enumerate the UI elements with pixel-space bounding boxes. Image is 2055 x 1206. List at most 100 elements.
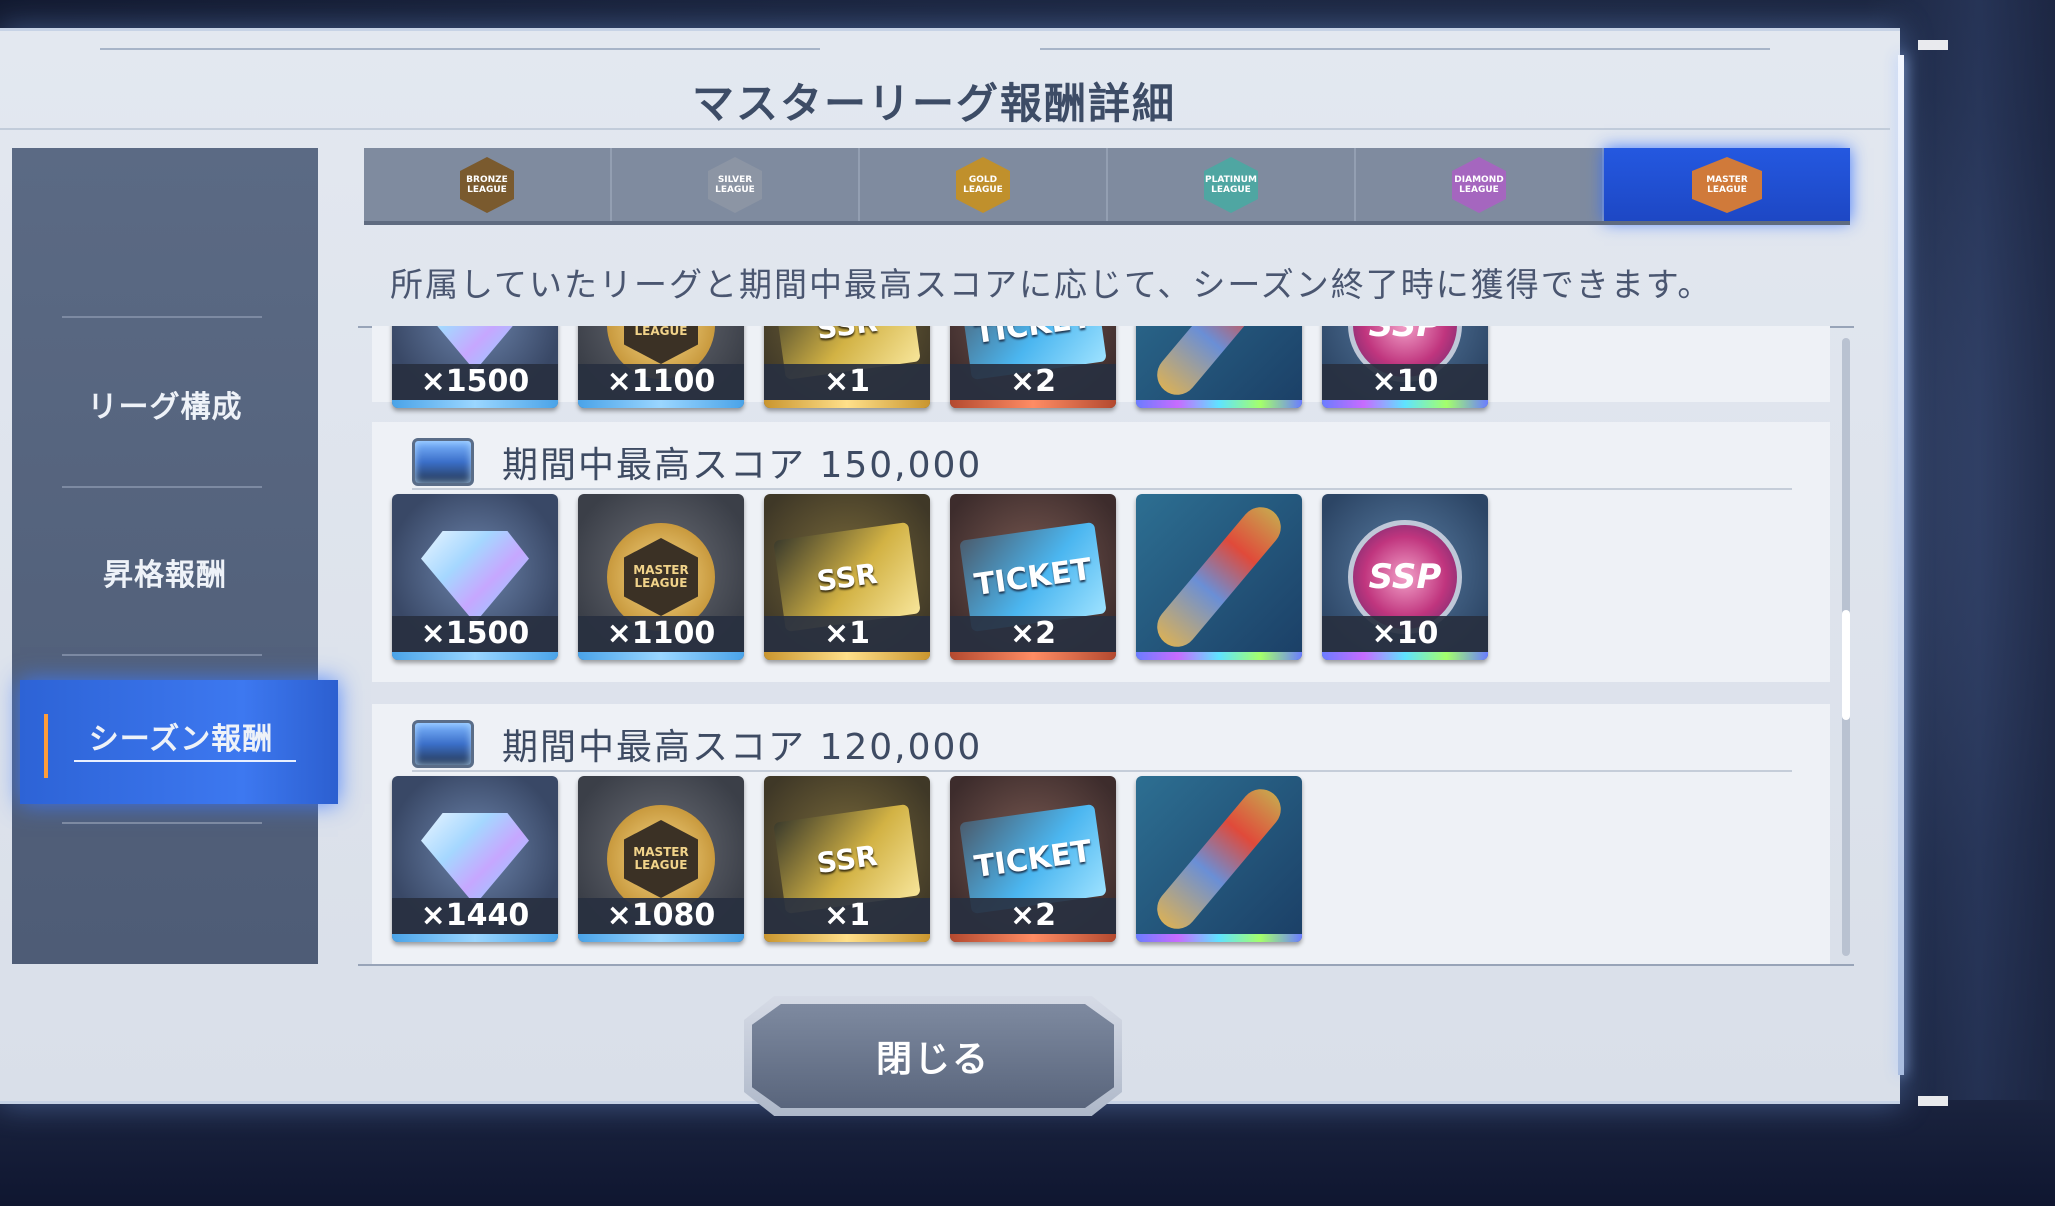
item-rim	[764, 400, 930, 408]
title-divider	[0, 128, 1890, 130]
reward-quantity: ×1440	[392, 898, 558, 934]
coin-emblem: MASTER LEAGUE	[624, 538, 698, 616]
sidebar-item-promotion-rewards[interactable]: 昇格報酬	[12, 550, 318, 594]
item-rim	[950, 652, 1116, 660]
sidebar-divider	[62, 486, 262, 488]
master-coin-icon: MASTER LEAGUE	[607, 805, 715, 913]
frame-line-left	[100, 48, 820, 50]
league-tabs: BRONZE LEAGUE SILVER LEAGUE GOLD LEAGUE …	[364, 148, 1850, 222]
item-rim	[392, 400, 558, 408]
item-rim	[764, 652, 930, 660]
item-rim	[392, 934, 558, 942]
reward-group: ×1500 MASTER LEAGUE ×1100 SSR ×1 TICKET …	[372, 326, 1830, 408]
reward-group: 期間中最高スコア 150,000 ×1500 MASTER LEAGUE ×11…	[372, 422, 1830, 682]
diamond-league-badge-icon: DIAMOND LEAGUE	[1452, 157, 1506, 213]
reward-item-ssp[interactable]: SSP ×10	[1322, 326, 1488, 408]
sidebar-divider	[62, 316, 262, 318]
treasure-chest-icon	[412, 720, 474, 768]
sidebar-divider	[62, 822, 262, 824]
tab-bronze-league[interactable]: BRONZE LEAGUE	[364, 148, 612, 222]
item-rim	[1322, 652, 1488, 660]
reward-items: ×1500 MASTER LEAGUE ×1100 SSR ×1 TICKET …	[392, 326, 1488, 408]
reward-item-diamond[interactable]: ×1440	[392, 776, 558, 942]
reward-item-master-coin[interactable]: MASTER LEAGUE ×1100	[578, 494, 744, 660]
silver-league-badge-icon: SILVER LEAGUE	[708, 157, 762, 213]
sidebar-divider	[62, 654, 262, 656]
reward-group: 期間中最高スコア 120,000 ×1440 MASTER LEAGUE ×10…	[372, 704, 1830, 966]
corner-light-top	[1918, 40, 1948, 50]
coin-emblem: MASTER LEAGUE	[624, 326, 698, 364]
item-rim	[578, 400, 744, 408]
reward-quantity: ×1100	[578, 364, 744, 400]
corner-light-bottom	[1918, 1096, 1948, 1106]
coin-emblem: MASTER LEAGUE	[624, 820, 698, 898]
reward-group-title: 期間中最高スコア 150,000	[502, 445, 983, 486]
reward-list[interactable]: ×1500 MASTER LEAGUE ×1100 SSR ×1 TICKET …	[358, 326, 1854, 966]
tab-diamond-league[interactable]: DIAMOND LEAGUE	[1356, 148, 1604, 222]
reward-item-ssr-ticket[interactable]: SSR ×1	[764, 494, 930, 660]
dialog-frame-glow	[1898, 55, 1904, 1075]
item-rim	[578, 652, 744, 660]
frame-line-right	[1040, 48, 1770, 50]
reward-quantity: ×1	[764, 364, 930, 400]
reward-quantity: ×10	[1322, 616, 1488, 652]
close-button-label: 閉じる	[752, 1004, 1114, 1108]
reward-quantity: ×1	[764, 898, 930, 934]
reward-item-ticket[interactable]: TICKET ×2	[950, 494, 1116, 660]
sidebar-item-label: シーズン報酬	[88, 722, 274, 757]
item-rim	[1322, 400, 1488, 408]
active-underline	[74, 760, 296, 762]
item-rim	[392, 652, 558, 660]
master-league-badge-icon: MASTER LEAGUE	[1692, 157, 1762, 213]
reward-quantity: ×1080	[578, 898, 744, 934]
reward-item-diamond[interactable]: ×1500	[392, 326, 558, 408]
reward-quantity: ×1100	[578, 616, 744, 652]
item-rim	[1136, 652, 1302, 660]
reward-quantity: ×2	[950, 616, 1116, 652]
reward-item-master-coin[interactable]: MASTER LEAGUE ×1100	[578, 326, 744, 408]
dialog-title: マスターリーグ報酬詳細	[691, 79, 1176, 128]
diamond-icon	[421, 531, 529, 623]
sidebar-item-league-structure[interactable]: リーグ構成	[12, 382, 318, 426]
item-rim	[950, 400, 1116, 408]
reward-quantity: ×1500	[392, 616, 558, 652]
scroll-icon	[1149, 781, 1289, 937]
reward-quantity: ×2	[950, 364, 1116, 400]
group-divider	[412, 488, 1792, 490]
reward-item-ssr-ticket[interactable]: SSR ×1	[764, 326, 930, 408]
reward-quantity: ×2	[950, 898, 1116, 934]
reward-item-scroll[interactable]	[1136, 326, 1302, 408]
scrollbar-thumb[interactable]	[1842, 610, 1850, 720]
close-button[interactable]: 閉じる	[744, 996, 1122, 1116]
diamond-icon	[421, 813, 529, 905]
reward-group-header: 期間中最高スコア 150,000	[412, 434, 982, 490]
reward-item-ssr-ticket[interactable]: SSR ×1	[764, 776, 930, 942]
tab-gold-league[interactable]: GOLD LEAGUE	[860, 148, 1108, 222]
description-text: 所属していたリーグと期間中最高スコアに応じて、シーズン終了時に獲得できます。	[390, 265, 1713, 304]
reward-item-scroll[interactable]	[1136, 494, 1302, 660]
item-rim	[1136, 400, 1302, 408]
scroll-icon	[1149, 499, 1289, 655]
reward-item-ssp[interactable]: SSP ×10	[1322, 494, 1488, 660]
tab-platinum-league[interactable]: PLATINUM LEAGUE	[1108, 148, 1356, 222]
reward-quantity: ×1500	[392, 364, 558, 400]
reward-items: ×1440 MASTER LEAGUE ×1080 SSR ×1 TICKET …	[392, 776, 1302, 942]
tabs-underline	[364, 221, 1850, 225]
master-coin-icon: MASTER LEAGUE	[607, 523, 715, 631]
item-rim	[950, 934, 1116, 942]
reward-item-master-coin[interactable]: MASTER LEAGUE ×1080	[578, 776, 744, 942]
item-rim	[1136, 934, 1302, 942]
reward-item-ticket[interactable]: TICKET ×2	[950, 776, 1116, 942]
reward-item-scroll[interactable]	[1136, 776, 1302, 942]
reward-quantity: ×1	[764, 616, 930, 652]
reward-quantity: ×10	[1322, 364, 1488, 400]
reward-group-header: 期間中最高スコア 120,000	[412, 716, 982, 772]
group-divider	[412, 770, 1792, 772]
gold-league-badge-icon: GOLD LEAGUE	[956, 157, 1010, 213]
reward-item-ticket[interactable]: TICKET ×2	[950, 326, 1116, 408]
tab-master-league[interactable]: MASTER LEAGUE	[1604, 148, 1850, 222]
bronze-league-badge-icon: BRONZE LEAGUE	[460, 157, 514, 213]
reward-items: ×1500 MASTER LEAGUE ×1100 SSR ×1 TICKET …	[392, 494, 1488, 660]
reward-item-diamond[interactable]: ×1500	[392, 494, 558, 660]
tab-silver-league[interactable]: SILVER LEAGUE	[612, 148, 860, 222]
